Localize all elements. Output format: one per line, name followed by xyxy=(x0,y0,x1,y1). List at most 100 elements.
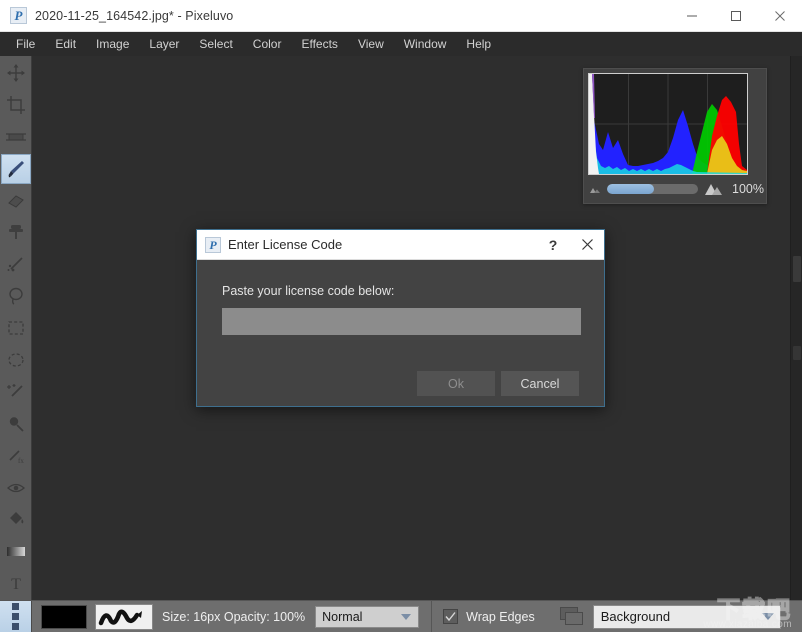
magic-wand-icon xyxy=(6,383,23,397)
menu-layer[interactable]: Layer xyxy=(139,34,189,54)
eraser-tool[interactable] xyxy=(1,186,31,216)
menu-image[interactable]: Image xyxy=(86,34,139,54)
statusbar-divider xyxy=(431,600,433,632)
tools-panel: fx T xyxy=(0,56,32,632)
dialog-body: Paste your license code below: Ok Cancel xyxy=(197,260,604,407)
magic-wand-tool[interactable] xyxy=(1,377,31,407)
ellipse-select-tool[interactable] xyxy=(1,345,31,375)
menu-edit[interactable]: Edit xyxy=(45,34,86,54)
maximize-icon xyxy=(731,10,741,21)
text-icon: T xyxy=(11,576,21,593)
window-titlebar: P 2020-11-25_164542.jpg* - Pixeluvo xyxy=(0,0,802,32)
smudge-icon xyxy=(7,257,23,272)
grip-dots-icon xyxy=(12,603,19,630)
license-code-input[interactable] xyxy=(222,308,581,335)
transform-icon xyxy=(5,133,26,141)
scroll-marker xyxy=(793,346,801,360)
zoom-slider[interactable] xyxy=(607,184,698,194)
lasso-icon xyxy=(8,287,23,305)
app-icon: P xyxy=(10,7,27,24)
paintbrush-tool[interactable] xyxy=(0,153,31,184)
ok-button[interactable]: Ok xyxy=(417,371,495,396)
menu-help[interactable]: Help xyxy=(456,34,501,54)
chevron-down-icon xyxy=(758,607,778,627)
dialog-actions: Ok Cancel xyxy=(417,371,579,396)
checkmark-icon xyxy=(445,612,456,622)
menu-file[interactable]: File xyxy=(6,34,45,54)
wrap-edges-label: Wrap Edges xyxy=(466,609,535,624)
close-icon xyxy=(775,10,785,21)
histogram-svg xyxy=(589,74,747,174)
red-eye-tool[interactable] xyxy=(1,473,31,503)
license-dialog: P Enter License Code ? Paste your licens… xyxy=(196,229,605,407)
menu-color[interactable]: Color xyxy=(243,34,292,54)
statusbar: Size: 16px Opacity: 100% Normal Wrap Edg… xyxy=(0,600,802,632)
layer-select-value: Background xyxy=(600,609,671,624)
menu-view[interactable]: View xyxy=(348,34,394,54)
small-mountain-icon xyxy=(588,183,602,195)
gradient-icon xyxy=(6,547,25,557)
blend-mode-select[interactable]: Normal xyxy=(315,605,420,628)
dialog-window-controls: ? xyxy=(536,230,604,260)
scroll-thumb[interactable] xyxy=(793,256,801,282)
eye-icon xyxy=(6,483,25,492)
paint-bucket-tool[interactable] xyxy=(1,504,31,534)
close-icon xyxy=(581,239,593,250)
text-tool[interactable]: T xyxy=(1,568,31,598)
move-tool[interactable] xyxy=(1,58,31,88)
rectangle-select-icon xyxy=(7,321,24,335)
large-mountain-icon xyxy=(703,181,723,197)
smudge-tool[interactable] xyxy=(1,249,31,279)
license-prompt-label: Paste your license code below: xyxy=(222,284,395,298)
brush-size-opacity-label: Size: 16px Opacity: 100% xyxy=(162,609,306,624)
window-title: 2020-11-25_164542.jpg* - Pixeluvo xyxy=(35,8,234,23)
wrap-edges-checkbox[interactable] xyxy=(443,609,459,624)
brush-stroke-icon xyxy=(98,609,142,625)
layer-select[interactable]: Background xyxy=(592,604,781,629)
clone-stamp-icon xyxy=(8,225,23,240)
right-scroll-strip[interactable] xyxy=(790,56,802,600)
paintbrush-icon xyxy=(8,160,24,178)
pixeluvo-window: P 2020-11-25_164542.jpg* - Pixeluvo File… xyxy=(0,0,802,632)
canvas-area[interactable]: 100% P Enter License Code ? Paste your l… xyxy=(32,56,802,600)
crop-icon xyxy=(6,95,25,114)
healing-tool[interactable]: fx xyxy=(1,441,31,471)
menu-window[interactable]: Window xyxy=(394,34,457,54)
zoom-slider-fill xyxy=(607,184,655,194)
cancel-button[interactable]: Cancel xyxy=(501,371,579,396)
menu-select[interactable]: Select xyxy=(189,34,242,54)
brush-preview[interactable] xyxy=(95,603,153,630)
minimize-button[interactable] xyxy=(670,0,714,32)
paint-bucket-icon xyxy=(9,512,23,525)
foreground-color-swatch[interactable] xyxy=(41,604,87,629)
crop-tool[interactable] xyxy=(1,90,31,120)
dialog-close-button[interactable] xyxy=(570,230,604,260)
menu-effects[interactable]: Effects xyxy=(291,34,347,54)
clone-stamp-tool[interactable] xyxy=(1,217,31,247)
blend-mode-value: Normal xyxy=(322,609,363,624)
svg-text:fx: fx xyxy=(18,457,24,465)
panel-grip[interactable] xyxy=(0,600,32,632)
rectangle-select-tool[interactable] xyxy=(1,313,31,343)
svg-text:T: T xyxy=(11,576,21,593)
zoom-level-label: 100% xyxy=(732,182,764,196)
healing-icon: fx xyxy=(8,450,24,465)
lasso-tool[interactable] xyxy=(1,281,31,311)
chevron-down-icon xyxy=(397,608,415,626)
transform-tool[interactable] xyxy=(1,122,31,152)
maximize-button[interactable] xyxy=(714,0,758,32)
histogram-panel: 100% xyxy=(583,68,767,204)
dialog-title: Enter License Code xyxy=(228,237,343,252)
eraser-icon xyxy=(7,194,24,208)
close-button[interactable] xyxy=(758,0,802,32)
zoom-control: 100% xyxy=(588,179,764,199)
dialog-app-icon: P xyxy=(205,236,221,253)
magnifier-icon xyxy=(9,417,24,432)
minimize-icon xyxy=(687,15,697,16)
zoom-tool[interactable] xyxy=(1,409,31,439)
menubar: File Edit Image Layer Select Color Effec… xyxy=(0,32,802,56)
gradient-tool[interactable] xyxy=(1,536,31,566)
window-controls xyxy=(670,0,802,32)
move-icon xyxy=(6,63,25,82)
dialog-help-button[interactable]: ? xyxy=(536,230,570,260)
